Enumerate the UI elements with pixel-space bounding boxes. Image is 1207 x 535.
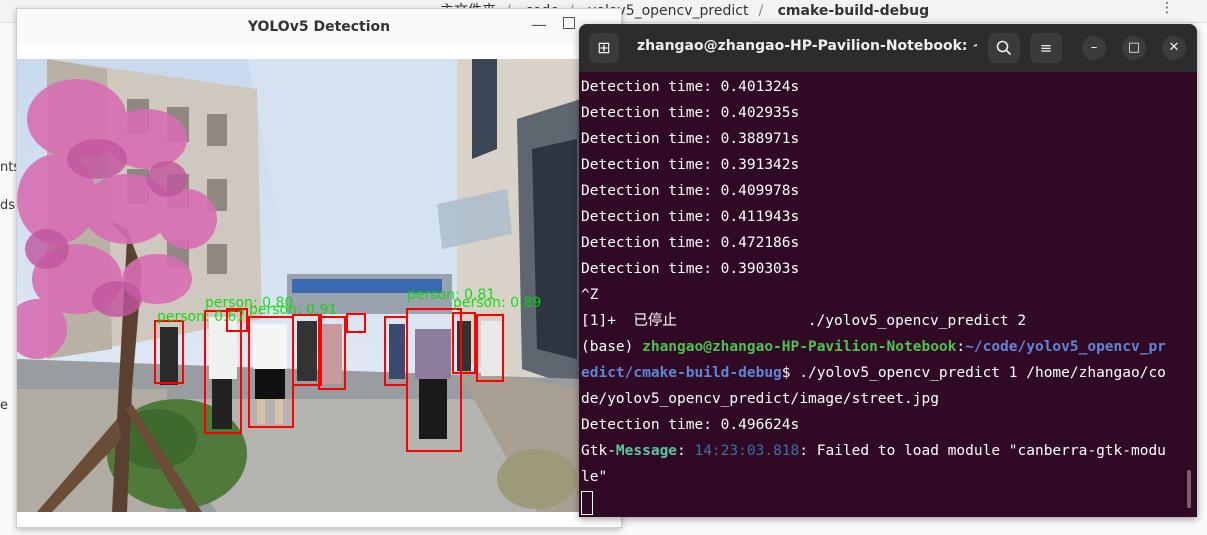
output-line: Detection time: 0.409978s <box>581 183 800 199</box>
close-icon[interactable]: ✕ <box>1162 36 1186 60</box>
prompt-user: zhangao@zhangao-HP-Pavilion-Notebook <box>642 339 957 355</box>
terminal-title: zhangao@zhangao-HP-Pavilion-Notebook: ~.… <box>637 38 977 54</box>
hamburger-menu-icon[interactable]: ≡ <box>1030 33 1062 63</box>
gtk-text: : Failed to load module "canberra-gtk-mo… <box>799 443 1166 459</box>
output-line: [1]+ 已停止 ./yolov5_opencv_predict 2 <box>581 313 1027 329</box>
prompt-colon: : <box>956 339 966 355</box>
search-icon[interactable] <box>988 33 1020 63</box>
output-line: Detection time: 0.496624s <box>581 417 800 433</box>
sidebar-item[interactable]: e <box>0 398 8 413</box>
input-line[interactable] <box>581 490 1191 516</box>
detection-image: person: 0.67 person: 0.80 person: 0.91 p… <box>17 59 581 512</box>
maximize-icon[interactable]: □ <box>1122 36 1146 60</box>
output-line: Detection time: 0.388971s <box>581 131 800 147</box>
detection-label: person: 0.67 <box>157 309 245 325</box>
output-line: Detection time: 0.401324s <box>581 79 800 95</box>
prompt-env: (base) <box>581 339 643 355</box>
gtk-message-line: Gtk-Message: 14:23:03.818: Failed to loa… <box>581 438 1191 464</box>
kebab-icon[interactable]: ⋮ <box>1160 0 1174 16</box>
yolo-window: YOLOv5 Detection — person: 0.67 person: … <box>16 8 622 528</box>
terminal-output[interactable]: Detection time: 0.401324s Detection time… <box>579 72 1197 517</box>
output-line: Detection time: 0.390303s <box>581 261 800 277</box>
gtk-prefix: Gtk- <box>581 443 616 459</box>
minimize-icon[interactable]: — <box>531 15 547 34</box>
terminal-headerbar: ⊞ zhangao@zhangao-HP-Pavilion-Notebook: … <box>579 24 1197 72</box>
prompt-line: (base) zhangao@zhangao-HP-Pavilion-Noteb… <box>581 334 1191 360</box>
output-line: ^Z <box>581 287 599 303</box>
output-line: Detection time: 0.411943s <box>581 209 800 225</box>
sidebar-item[interactable]: ds <box>0 198 15 213</box>
gtk-message-word: Message <box>615 443 678 459</box>
new-tab-icon[interactable]: ⊞ <box>589 33 619 63</box>
prompt-path: edict/cmake-build-debug <box>581 365 782 381</box>
minimize-icon[interactable]: – <box>1082 36 1106 60</box>
terminal-window: ⊞ zhangao@zhangao-HP-Pavilion-Notebook: … <box>579 24 1197 517</box>
output-line: Detection time: 0.391342s <box>581 157 800 173</box>
street-scene: person: 0.67 person: 0.80 person: 0.91 p… <box>17 59 581 512</box>
gtk-timestamp: 14:23:03.818 <box>694 443 800 459</box>
text-cursor <box>581 491 593 515</box>
gtk-sep: : <box>677 443 695 459</box>
prompt-line: edict/cmake-build-debug$ ./yolov5_opencv… <box>581 360 1191 386</box>
maximize-icon[interactable] <box>563 17 575 29</box>
command-text: $ ./yolov5_opencv_predict 1 /home/zhanga… <box>781 365 1166 381</box>
output-line: Detection time: 0.402935s <box>581 105 800 121</box>
scrollbar[interactable] <box>1187 470 1191 508</box>
detection-label: person: 0.89 <box>453 295 541 311</box>
output-line: Detection time: 0.472186s <box>581 235 800 251</box>
detection-label: person: 0.91 <box>249 302 337 318</box>
prompt-path: ~/code/yolov5_opencv_pr <box>965 339 1166 355</box>
command-line: de/yolov5_opencv_predict/image/street.jp… <box>581 391 939 407</box>
yolo-titlebar: YOLOv5 Detection — <box>17 9 621 45</box>
breadcrumb-current[interactable]: cmake-build-debug <box>778 3 930 19</box>
output-line: le" <box>581 469 608 485</box>
